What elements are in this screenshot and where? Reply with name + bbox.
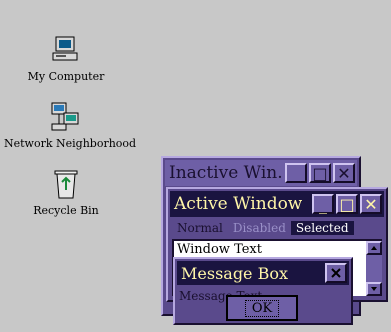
scroll-down-button[interactable] bbox=[366, 282, 382, 296]
window-title: Active Window bbox=[174, 194, 303, 214]
menu-item-selected[interactable]: Selected bbox=[290, 221, 354, 235]
close-button[interactable]: ✕ bbox=[360, 194, 382, 214]
close-button[interactable] bbox=[325, 263, 347, 283]
message-box[interactable]: Message Box Message Text OK bbox=[173, 257, 353, 325]
window-title: Inactive Win... bbox=[169, 163, 283, 183]
minimize-icon: _ bbox=[319, 194, 327, 214]
computer-icon bbox=[50, 34, 82, 66]
close-icon bbox=[331, 268, 341, 278]
close-icon: ✕ bbox=[364, 194, 378, 214]
close-button[interactable]: ✕ bbox=[333, 163, 355, 183]
arrow-up-icon bbox=[371, 246, 377, 250]
menu-item-normal[interactable]: Normal bbox=[172, 221, 228, 235]
inactive-window-titlebar[interactable]: Inactive Win... _ □ ✕ bbox=[165, 160, 357, 186]
window-text: Window Text bbox=[177, 242, 262, 257]
minimize-button[interactable]: _ bbox=[285, 163, 307, 183]
desktop-icon-network-neighborhood[interactable]: Network Neighborhood bbox=[4, 101, 137, 150]
scroll-up-button[interactable] bbox=[366, 241, 382, 255]
vertical-scrollbar[interactable] bbox=[366, 241, 382, 296]
minimize-icon: _ bbox=[292, 163, 300, 183]
message-box-title: Message Box bbox=[181, 263, 289, 283]
menu-item-disabled: Disabled bbox=[232, 221, 286, 235]
arrow-down-icon bbox=[371, 287, 377, 291]
recycle-bin-icon bbox=[50, 168, 82, 200]
menu-bar: Normal Disabled Selected bbox=[172, 219, 382, 237]
maximize-icon: □ bbox=[339, 194, 355, 214]
ok-button-label: OK bbox=[244, 299, 280, 317]
desktop-icon-label: Network Neighborhood bbox=[4, 137, 137, 150]
maximize-button[interactable]: □ bbox=[309, 163, 331, 183]
active-window-titlebar[interactable]: Active Window _ □ ✕ bbox=[170, 191, 384, 217]
maximize-button[interactable]: □ bbox=[336, 194, 358, 214]
minimize-button[interactable]: _ bbox=[312, 194, 334, 214]
network-icon bbox=[50, 101, 82, 133]
desktop-icon-my-computer[interactable]: My Computer bbox=[26, 34, 106, 83]
close-icon: ✕ bbox=[337, 163, 351, 183]
desktop-icon-label: Recycle Bin bbox=[33, 204, 99, 217]
desktop-icon-recycle-bin[interactable]: Recycle Bin bbox=[26, 168, 106, 217]
desktop-icon-label: My Computer bbox=[27, 70, 105, 83]
ok-button[interactable]: OK bbox=[226, 295, 298, 321]
maximize-icon: □ bbox=[312, 163, 328, 183]
message-box-titlebar[interactable]: Message Box bbox=[177, 261, 349, 285]
